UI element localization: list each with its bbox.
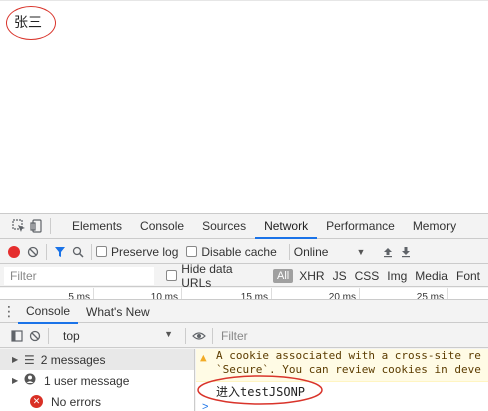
sidebar-item-label: No errors [51, 394, 102, 409]
filter-type-xhr[interactable]: XHR [299, 269, 324, 283]
export-har-icon[interactable] [397, 243, 415, 261]
filter-type-all[interactable]: All [273, 268, 294, 283]
annotation-circle-log [197, 375, 323, 405]
context-label: top [63, 328, 80, 343]
warning-text-line1: A cookie associated with a cross-site re [216, 349, 481, 362]
device-toolbar-icon[interactable] [28, 217, 46, 235]
console-sidebar: ▶ ☰ 2 messages ▶ 1 user message ✕ No err… [0, 349, 195, 411]
filter-type-js[interactable]: JS [333, 269, 347, 283]
network-filter-input[interactable]: Filter [4, 266, 155, 285]
more-vertical-icon[interactable]: ⋮ [0, 303, 18, 320]
sidebar-item-user-messages[interactable]: ▶ 1 user message [0, 370, 194, 391]
sidebar-item-label: 1 user message [44, 373, 130, 388]
sidebar-item-label: 2 messages [40, 352, 106, 367]
annotation-circle-name [6, 6, 56, 40]
disable-cache-checkbox[interactable] [186, 246, 198, 257]
search-icon[interactable] [69, 243, 87, 261]
devtools-tabs: Elements Console Sources Network Perform… [63, 214, 465, 239]
error-icon: ✕ [30, 395, 43, 408]
hide-data-urls-checkbox[interactable] [166, 270, 178, 281]
console-toolbar: top ▼ Filter [0, 324, 488, 348]
expand-caret-icon[interactable]: ▶ [12, 376, 22, 385]
clear-icon[interactable] [24, 243, 42, 261]
user-icon [24, 373, 36, 388]
inspect-element-icon[interactable] [10, 217, 28, 235]
drawer-tabbar: ⋮ Console What's New [0, 300, 488, 324]
tab-elements[interactable]: Elements [63, 214, 131, 239]
sidebar-toggle-icon[interactable] [8, 327, 26, 345]
toolbar-separator [91, 243, 92, 260]
timeline-tick: 5 ms [0, 288, 94, 299]
preserve-log-label: Preserve log [111, 244, 179, 259]
timeline-tick: 25 ms [360, 288, 448, 299]
devtools-tabbar: Elements Console Sources Network Perform… [0, 214, 488, 239]
preserve-log-checkbox[interactable] [96, 246, 107, 257]
context-selector[interactable]: top ▼ [63, 329, 181, 343]
webpage-content: 张三 [0, 0, 488, 213]
tab-console[interactable]: Console [131, 214, 193, 239]
tab-sources[interactable]: Sources [193, 214, 255, 239]
chevron-down-icon[interactable]: ▼ [356, 247, 365, 257]
filter-type-css[interactable]: CSS [355, 269, 380, 283]
disable-cache-label: Disable cache [201, 244, 277, 259]
toolbar-separator [48, 327, 49, 344]
timeline-tick: 20 ms [272, 288, 360, 299]
toolbar-separator [288, 243, 290, 260]
drawer-tab-console[interactable]: Console [18, 300, 79, 324]
drawer-tab-whats-new[interactable]: What's New [78, 301, 158, 323]
toolbar-separator [212, 327, 213, 344]
chevron-down-icon: ▼ [164, 328, 173, 339]
expand-caret-icon[interactable]: ▶ [12, 355, 22, 364]
timeline-tick: 10 ms [94, 288, 182, 299]
eye-icon[interactable] [190, 327, 208, 345]
timeline-tick: 15 ms [182, 288, 272, 299]
tab-network[interactable]: Network [255, 214, 318, 239]
toolbar-separator [185, 327, 186, 344]
record-icon[interactable] [8, 245, 20, 258]
tab-memory[interactable]: Memory [404, 214, 465, 239]
filter-funnel-icon[interactable] [51, 243, 69, 261]
network-toolbar: Preserve log Disable cache Online ▼ [0, 240, 488, 264]
network-timeline-overview[interactable]: 5 ms 10 ms 15 ms 20 ms 25 ms [0, 288, 488, 300]
throttling-select[interactable]: Online [294, 245, 329, 259]
sidebar-item-errors[interactable]: ✕ No errors [0, 391, 194, 411]
list-icon: ☰ [24, 352, 35, 367]
sidebar-item-messages[interactable]: ▶ ☰ 2 messages [0, 349, 194, 370]
tab-performance[interactable]: Performance [317, 214, 404, 239]
warning-icon: ▲ [200, 351, 207, 364]
filter-type-img[interactable]: Img [387, 269, 407, 283]
clear-console-icon[interactable] [26, 327, 44, 345]
toolbar-separator [46, 243, 47, 260]
filter-type-media[interactable]: Media [415, 269, 448, 283]
toolbar-separator [50, 218, 51, 234]
hide-data-urls-label: Hide data URLs [181, 261, 233, 290]
filter-type-font[interactable]: Font [456, 269, 480, 283]
page-top-border [0, 0, 488, 1]
network-filter-bar: Filter Hide data URLs All XHR JS CSS Img… [0, 261, 488, 290]
import-har-icon[interactable] [379, 243, 397, 261]
console-filter-input[interactable]: Filter [221, 329, 248, 343]
